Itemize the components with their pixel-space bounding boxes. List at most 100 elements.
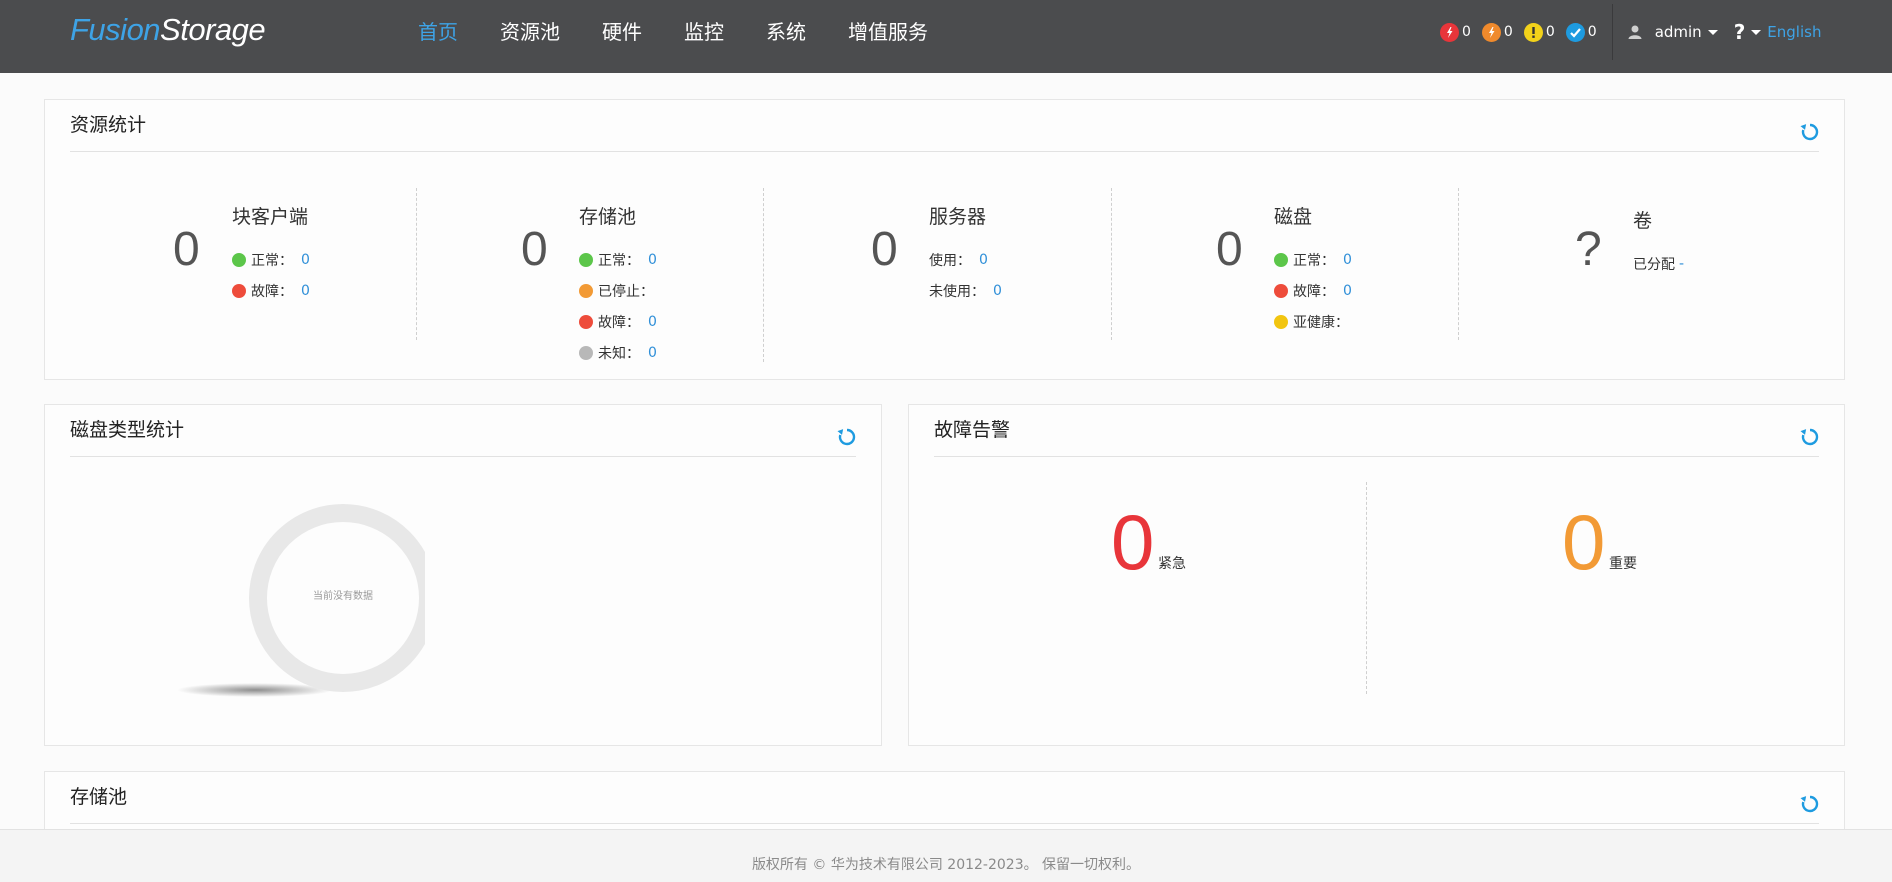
panel-title: 资源统计 [70,114,147,136]
nav-resource-pool[interactable]: 资源池 [500,0,560,73]
status-fault-icon [232,284,246,298]
minor-alarm-icon [1523,22,1543,42]
footer: 版权所有 © 华为技术有限公司 2012-2023。 保留一切权利。 [0,829,1892,882]
status-label: 故障： [1293,284,1335,300]
refresh-icon[interactable] [1799,121,1821,143]
server-title: 服务器 [929,206,987,228]
status-label: 未使用： [929,284,985,300]
major-alarm-indicator[interactable]: 0 [1481,22,1513,42]
status-stopped-icon [579,284,593,298]
status-value[interactable]: 0 [648,314,657,330]
stat-separator [1111,188,1112,340]
storage-pool-count: 0 [521,223,548,276]
chevron-down-icon [1751,29,1762,35]
nav-home[interactable]: 首页 [418,0,458,73]
no-data-text: 当前没有数据 [313,591,373,602]
disk-normal: 正常： 0 [1274,250,1352,270]
language-switch-link[interactable]: English [1767,23,1821,41]
status-label: 故障： [251,284,293,300]
panel-divider [70,456,856,457]
stat-separator [1458,188,1459,340]
status-value[interactable]: 0 [648,345,657,361]
panel-divider [70,151,1819,152]
help-menu[interactable]: ? [1734,20,1762,44]
nav-hardware[interactable]: 硬件 [602,0,642,73]
status-label: 使用： [929,253,971,269]
disk-fault: 故障： 0 [1274,281,1352,301]
chevron-down-icon [1707,29,1718,35]
status-value[interactable]: 0 [979,252,988,268]
status-value[interactable]: 0 [301,283,310,299]
resource-stats-panel: 资源统计 0 块客户端 正常： 0 故障： 0 0 存储池 正常： 0 已停止： 故障… [44,99,1845,380]
status-value[interactable]: 0 [1343,283,1352,299]
status-label: 正常： [598,253,640,269]
panel-title: 故障告警 [934,419,1011,441]
server-count: 0 [871,223,898,276]
status-value[interactable]: 0 [648,252,657,268]
status-label: 正常： [1293,253,1335,269]
header-right-area: 0 0 0 0 admin ? English [1440,0,1821,64]
status-label: 正常： [251,253,293,269]
block-client-fault: 故障： 0 [232,281,310,301]
server-used: 使用： 0 [929,250,988,270]
status-normal-icon [579,253,593,267]
block-client-count: 0 [173,223,200,276]
major-alarm-icon [1481,22,1501,42]
nav-system[interactable]: 系统 [766,0,806,73]
refresh-icon[interactable] [1799,426,1821,448]
disk-subhealth: 亚健康： [1274,312,1349,332]
storage-pool-normal: 正常： 0 [579,250,657,270]
critical-alarm-indicator[interactable]: 0 [1440,22,1471,42]
status-label: 已分配 [1633,257,1675,273]
cleared-alarm-indicator[interactable]: 0 [1565,22,1597,42]
cleared-alarm-icon [1565,22,1585,42]
block-client-title: 块客户端 [232,206,309,228]
status-subhealth-icon [1274,315,1288,329]
nav-monitor[interactable]: 监控 [684,0,724,73]
disk-type-stats-panel: 磁盘类型统计 当前没有数据 [44,404,882,746]
stat-separator [416,188,417,340]
major-alarm-count: 0 [1503,24,1513,40]
cleared-alarm-count: 0 [1587,24,1597,40]
server-unused: 未使用： 0 [929,281,1002,301]
volume-count: ? [1575,223,1602,276]
status-value[interactable]: - [1679,256,1684,272]
volume-allocated: 已分配 - [1633,254,1684,274]
status-fault-icon [1274,284,1288,298]
critical-alarm-count: 0 [1462,24,1471,40]
refresh-icon[interactable] [1799,793,1821,815]
storage-pool-title: 存储池 [579,206,637,228]
nav-value-added-services[interactable]: 增值服务 [848,0,928,73]
logo-text-fusion: Fusion [70,12,161,47]
storage-pool-fault: 故障： 0 [579,312,657,332]
header-divider [1611,4,1613,60]
fault-alarm-panel: 故障告警 0 紧急 0 重要 [908,404,1845,746]
fusionstorage-logo[interactable]: FusionStorage [70,12,266,48]
user-menu[interactable]: admin [1627,23,1718,41]
minor-alarm-count: 0 [1545,24,1555,40]
major-alarm-count: 0 [1562,498,1606,586]
volume-title: 卷 [1633,210,1653,232]
disk-title: 磁盘 [1274,206,1313,228]
status-label: 亚健康： [1293,315,1349,331]
empty-donut-chart [177,504,425,697]
panel-divider [70,823,1819,824]
user-icon [1628,25,1642,39]
disk-count: 0 [1216,223,1243,276]
critical-alarm-label: 紧急 [1158,556,1186,572]
help-icon: ? [1733,20,1746,44]
minor-alarm-indicator[interactable]: 0 [1523,22,1555,42]
status-fault-icon [579,315,593,329]
status-value[interactable]: 0 [1343,252,1352,268]
status-label: 已停止： [598,284,654,300]
main-nav: 首页 资源池 硬件 监控 系统 增值服务 [418,0,970,73]
status-value[interactable]: 0 [301,252,310,268]
logo-text-storage: Storage [160,12,266,47]
status-normal-icon [232,253,246,267]
panel-title: 存储池 [70,786,128,808]
status-label: 未知： [598,346,640,362]
status-value[interactable]: 0 [993,283,1002,299]
panel-title: 磁盘类型统计 [70,419,185,441]
stat-separator [763,188,764,362]
refresh-icon[interactable] [836,426,858,448]
